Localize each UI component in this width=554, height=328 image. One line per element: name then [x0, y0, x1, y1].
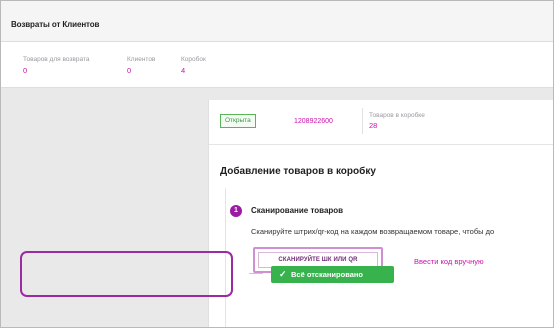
- status-badge: Открыта: [220, 114, 256, 128]
- header-bar: Возвраты от Клиентов: [1, 1, 553, 42]
- divider: [362, 108, 363, 134]
- page-title: Возвраты от Клиентов: [11, 20, 100, 29]
- stats-panel: Товаров для возврата 0 Клиентов 0 Коробо…: [1, 42, 553, 88]
- items-in-box-label: Товаров в коробке: [369, 112, 425, 119]
- step-description: Сканируйте штрих/qr-код на каждом возвра…: [251, 227, 495, 236]
- stat-value: 0: [23, 66, 28, 75]
- stat-value: 0: [127, 66, 132, 75]
- highlight-outline: [20, 251, 233, 297]
- stat-boxes: Коробок 4: [181, 56, 206, 75]
- box-card-header: Открыта 1208922600 Товаров в коробке 28: [209, 100, 553, 145]
- enter-code-manually-link[interactable]: Ввести код вручную: [414, 257, 484, 266]
- all-scanned-button[interactable]: ✓ Всё отсканировано: [271, 266, 394, 283]
- checkmark-icon: ✓: [279, 269, 287, 279]
- step-dash: [249, 273, 263, 274]
- box-number: 1208922600: [294, 118, 333, 125]
- all-scanned-button-label: Всё отсканировано: [291, 270, 364, 279]
- section-title: Добавление товаров в коробку: [220, 166, 376, 177]
- step-title: Сканирование товаров: [251, 206, 344, 215]
- step-number-badge: 1: [230, 205, 242, 217]
- stat-items-to-return: Товаров для возврата 0: [23, 56, 89, 75]
- box-card: Открыта 1208922600 Товаров в коробке 28 …: [208, 100, 553, 327]
- stat-label: Товаров для возврата: [23, 56, 90, 63]
- items-in-box-value: 28: [369, 121, 378, 130]
- stat-label: Клиентов: [127, 56, 156, 63]
- stat-label: Коробок: [181, 56, 206, 63]
- stat-value: 4: [181, 66, 186, 75]
- app-window: Возвраты от Клиентов Товаров для возврат…: [0, 0, 554, 328]
- items-in-box: Товаров в коробке 28: [369, 112, 425, 130]
- stat-clients: Клиентов 0: [127, 56, 155, 75]
